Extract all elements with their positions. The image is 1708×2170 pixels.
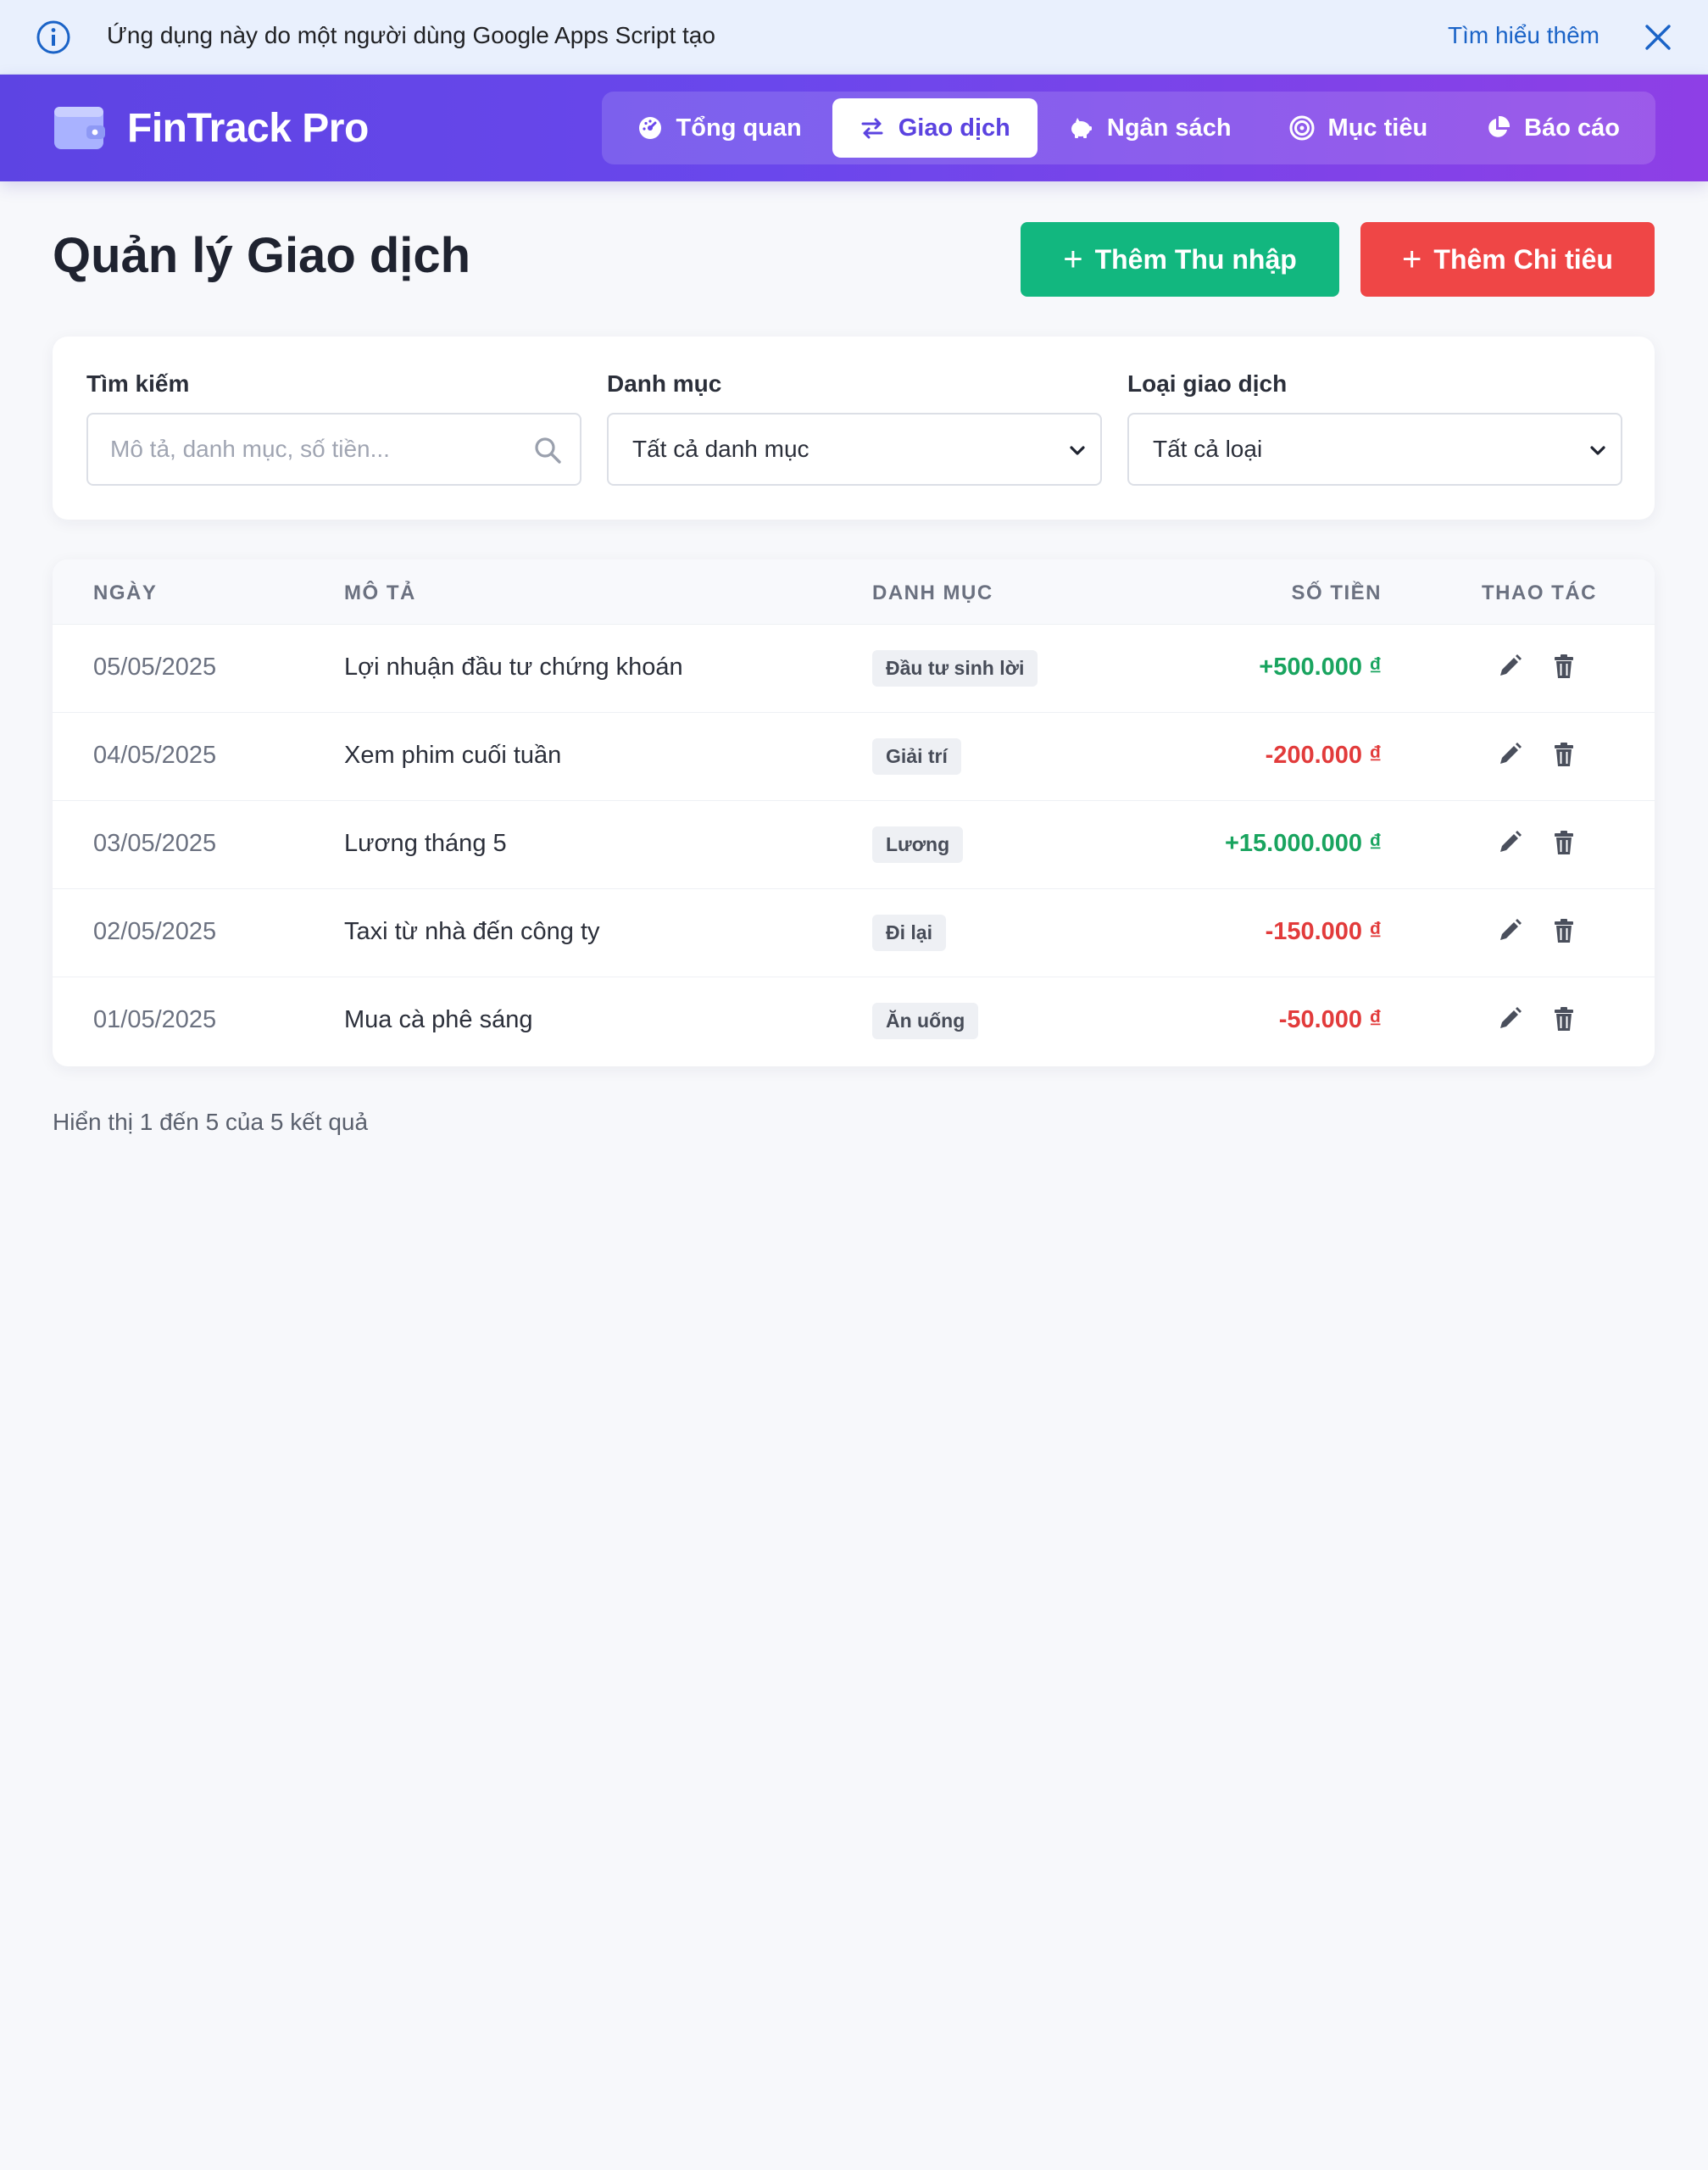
category-badge: Đi lại (872, 915, 946, 951)
search-icon (535, 437, 561, 464)
row-description: Lương tháng 5 (344, 830, 507, 857)
nav-tong-quan[interactable]: Tổng quan (610, 98, 829, 158)
col-date: NGÀY (93, 581, 158, 604)
row-category: Đi lại (872, 915, 946, 951)
close-icon[interactable] (1642, 21, 1674, 53)
filter-panel: Tìm kiếm Mô tả, danh mục, số tiền... Dan… (53, 337, 1655, 520)
category-badge: Ăn uống (872, 1003, 979, 1039)
info-icon (36, 20, 70, 54)
row-date: 03/05/2025 (93, 830, 217, 857)
row-actions (1495, 916, 1604, 945)
gauge-icon (638, 117, 661, 139)
info-banner: Ứng dụng này do một người dùng Google Ap… (0, 0, 1708, 75)
table-row: 05/05/2025 Lợi nhuận đầu tư chứng khoán … (53, 624, 1655, 712)
search-field: Tìm kiếm Mô tả, danh mục, số tiền... (86, 370, 581, 486)
logo[interactable]: FinTrack Pro (53, 103, 369, 153)
table-row: 04/05/2025 Xem phim cuối tuần Giải trí -… (53, 712, 1655, 800)
edit-icon[interactable] (1495, 828, 1524, 857)
chevron-down-icon (1070, 446, 1085, 455)
row-date: 04/05/2025 (93, 742, 217, 769)
row-category: Lương (872, 826, 964, 863)
trash-icon[interactable] (1549, 916, 1578, 945)
row-amount: -150.000 ₫ (1265, 918, 1382, 945)
nav-bao-cao[interactable]: Báo cáo (1458, 98, 1647, 158)
results-summary: Hiển thị 1 đến 5 của 5 kết quả (53, 1109, 369, 1135)
col-desc: MÔ TẢ (344, 581, 416, 604)
plus-icon: + (1063, 241, 1083, 278)
row-description: Taxi từ nhà đến công ty (344, 918, 600, 945)
banner-message: Ứng dụng này do một người dùng Google Ap… (107, 22, 715, 48)
main-nav: Tổng quan Giao dịch Ngân sách Mục tiêu B… (601, 92, 1655, 164)
row-amount: +15.000.000 ₫ (1224, 830, 1382, 857)
edit-icon[interactable] (1495, 916, 1524, 945)
trash-icon[interactable] (1549, 828, 1578, 857)
row-date: 02/05/2025 (93, 918, 217, 945)
nav-giao-dich[interactable]: Giao dịch (832, 98, 1038, 158)
learn-more-link[interactable]: Tìm hiểu thêm (1448, 22, 1600, 49)
col-category: DANH MỤC (872, 581, 993, 604)
row-actions (1495, 740, 1604, 769)
row-actions (1495, 828, 1604, 857)
type-field: Loại giao dịch Tất cả loại (1127, 370, 1622, 486)
col-amount: SỐ TIỀN (1291, 581, 1382, 604)
trash-icon[interactable] (1549, 740, 1578, 769)
search-label: Tìm kiếm (86, 370, 190, 397)
plus-icon: + (1402, 241, 1422, 278)
row-description: Mua cà phê sáng (344, 1006, 533, 1033)
table-row: 03/05/2025 Lương tháng 5 Lương +15.000.0… (53, 800, 1655, 888)
table-row: 02/05/2025 Taxi từ nhà đến công ty Đi lạ… (53, 888, 1655, 976)
type-label: Loại giao dịch (1127, 370, 1288, 397)
pie-chart-icon (1488, 115, 1510, 137)
row-description: Lợi nhuận đầu tư chứng khoán (344, 654, 683, 681)
edit-icon[interactable] (1495, 1004, 1524, 1033)
piggy-bank-icon (1071, 118, 1092, 138)
app-header: FinTrack Pro Tổng quan Giao dịch Ngân sá… (0, 75, 1708, 181)
nav-ngan-sach[interactable]: Ngân sách (1041, 98, 1259, 158)
category-badge: Giải trí (872, 738, 961, 775)
edit-icon[interactable] (1495, 652, 1524, 681)
trash-icon[interactable] (1549, 1004, 1578, 1033)
row-category: Đầu tư sinh lời (872, 650, 1038, 687)
type-select[interactable]: Tất cả loại (1127, 413, 1622, 486)
transactions-table: NGÀY MÔ TẢ DANH MỤC SỐ TIỀN THAO TÁC 05/… (53, 559, 1655, 1066)
page-title: Quản lý Giao dịch (53, 228, 471, 283)
row-amount: -50.000 ₫ (1278, 1006, 1382, 1033)
add-income-button[interactable]: + Thêm Thu nhập (1021, 222, 1339, 297)
row-date: 05/05/2025 (93, 654, 217, 681)
row-amount: +500.000 ₫ (1259, 654, 1382, 681)
row-actions (1495, 652, 1604, 681)
exchange-icon (861, 118, 883, 139)
row-actions (1495, 1004, 1604, 1033)
add-expense-button[interactable]: + Thêm Chi tiêu (1360, 222, 1655, 297)
chevron-down-icon (1590, 446, 1605, 455)
row-category: Giải trí (872, 738, 961, 775)
search-input[interactable]: Mô tả, danh mục, số tiền... (86, 413, 581, 486)
nav-muc-tieu[interactable]: Mục tiêu (1262, 98, 1455, 158)
category-select[interactable]: Tất cả danh mục (607, 413, 1102, 486)
trash-icon[interactable] (1549, 652, 1578, 681)
row-date: 01/05/2025 (93, 1006, 217, 1033)
category-field: Danh mục Tất cả danh mục (607, 370, 1102, 486)
col-actions: THAO TÁC (1482, 581, 1597, 604)
table-header: NGÀY MÔ TẢ DANH MỤC SỐ TIỀN THAO TÁC (53, 559, 1655, 624)
category-badge: Lương (872, 826, 964, 863)
row-category: Ăn uống (872, 1003, 979, 1039)
category-badge: Đầu tư sinh lời (872, 650, 1038, 687)
row-amount: -200.000 ₫ (1265, 742, 1382, 769)
category-label: Danh mục (607, 370, 722, 397)
wallet-icon (54, 107, 105, 149)
table-row: 01/05/2025 Mua cà phê sáng Ăn uống -50.0… (53, 976, 1655, 1065)
brand-name: FinTrack Pro (127, 105, 369, 151)
edit-icon[interactable] (1495, 740, 1524, 769)
row-description: Xem phim cuối tuần (344, 742, 562, 769)
target-icon (1289, 115, 1315, 141)
